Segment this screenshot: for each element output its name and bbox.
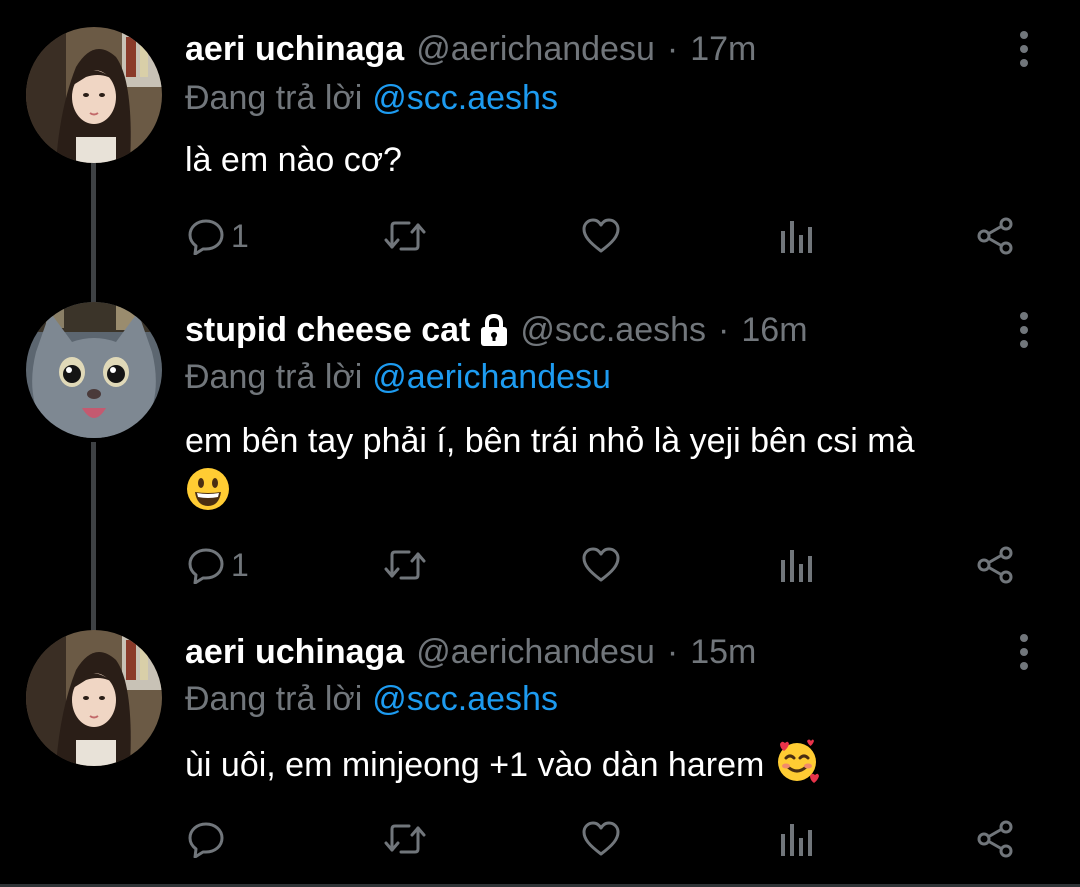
replying-to-handle[interactable]: @scc.aeshs — [372, 79, 558, 117]
analytics-icon — [781, 221, 812, 253]
separator-dot: · — [666, 633, 679, 671]
replying-to-handle[interactable]: @scc.aeshs — [372, 680, 558, 718]
reply-icon — [188, 822, 224, 858]
separator-dot: · — [666, 30, 679, 68]
replying-to: Đang trả lời @aerichandesu — [185, 353, 611, 401]
replying-to-label: Đang trả lời — [185, 358, 363, 396]
tweet-text-content: em bên tay phải í, bên trái nhỏ là yeji … — [185, 422, 915, 460]
separator-dot: · — [718, 311, 730, 349]
like-button[interactable] — [581, 539, 621, 591]
tweet[interactable]: aeri uchinaga @aerichandesu · 17m Đang t… — [0, 24, 1080, 274]
reply-count: 1 — [231, 546, 249, 583]
replying-to-handle[interactable]: @aerichandesu — [372, 358, 611, 396]
analytics-icon — [781, 824, 812, 856]
share-icon — [977, 546, 1013, 584]
tweet-actions — [185, 813, 1045, 865]
more-options-icon[interactable] — [1012, 310, 1036, 350]
reply-count: 1 — [231, 217, 249, 254]
avatar[interactable] — [26, 27, 162, 163]
tweet-text-content: là em nào cơ? — [185, 141, 402, 179]
protected-account-lock-icon — [481, 313, 508, 346]
more-options-icon[interactable] — [1012, 632, 1036, 672]
retweet-button[interactable] — [383, 210, 427, 262]
like-button[interactable] — [581, 210, 621, 262]
retweet-icon — [384, 824, 426, 854]
retweet-button[interactable] — [383, 539, 427, 591]
user-handle[interactable]: @scc.aeshs — [520, 305, 706, 355]
like-icon — [582, 218, 620, 253]
share-button[interactable] — [975, 210, 1015, 262]
analytics-button[interactable] — [779, 210, 813, 262]
tweet-text: em bên tay phải í, bên trái nhỏ là yeji … — [185, 416, 1055, 518]
replying-to: Đang trả lời @scc.aeshs — [185, 675, 558, 723]
smiling-face-with-hearts-emoji — [777, 739, 819, 783]
share-icon — [977, 217, 1013, 255]
retweet-icon — [384, 221, 426, 251]
more-options-icon[interactable] — [1012, 29, 1036, 69]
avatar[interactable] — [26, 302, 162, 438]
tweet-text-content: ùi uôi, em minjeong +1 vào dàn harem — [185, 746, 765, 784]
tweet-text: là em nào cơ? — [185, 135, 1055, 185]
retweet-button[interactable] — [383, 813, 427, 865]
tweet[interactable]: aeri uchinaga @aerichandesu · 15m Đang t… — [0, 627, 1080, 872]
timestamp[interactable]: 15m — [690, 627, 756, 677]
reply-button[interactable]: 1 — [187, 539, 249, 591]
like-button[interactable] — [581, 813, 621, 865]
timestamp[interactable]: 17m — [690, 24, 756, 74]
like-icon — [582, 547, 620, 582]
reply-icon — [188, 548, 224, 584]
analytics-icon — [781, 550, 812, 582]
analytics-button[interactable] — [779, 539, 813, 591]
replying-to-label: Đang trả lời — [185, 680, 363, 718]
reply-button[interactable]: 1 — [187, 210, 249, 262]
replying-to-label: Đang trả lời — [185, 79, 363, 117]
share-button[interactable] — [975, 813, 1015, 865]
display-name[interactable]: aeri uchinaga — [185, 627, 404, 677]
user-handle[interactable]: @aerichandesu — [416, 24, 655, 74]
display-name[interactable]: aeri uchinaga — [185, 24, 404, 74]
tweet[interactable]: stupid cheese cat @scc.aeshs · 16m Đang … — [0, 302, 1080, 605]
tweet-text: ùi uôi, em minjeong +1 vào dàn harem — [185, 738, 1055, 790]
reply-button[interactable] — [187, 813, 231, 865]
share-icon — [977, 820, 1013, 858]
like-icon — [582, 821, 620, 856]
user-handle[interactable]: @aerichandesu — [416, 627, 655, 677]
reply-icon — [188, 219, 224, 255]
share-button[interactable] — [975, 539, 1015, 591]
retweet-icon — [384, 550, 426, 580]
display-name[interactable]: stupid cheese cat — [185, 305, 470, 355]
tweet-actions: 1 — [185, 210, 1045, 262]
avatar[interactable] — [26, 630, 162, 766]
grinning-face-emoji — [187, 468, 229, 510]
replying-to: Đang trả lời @scc.aeshs — [185, 74, 558, 122]
timestamp[interactable]: 16m — [741, 305, 807, 355]
tweet-actions: 1 — [185, 539, 1045, 591]
analytics-button[interactable] — [779, 813, 813, 865]
